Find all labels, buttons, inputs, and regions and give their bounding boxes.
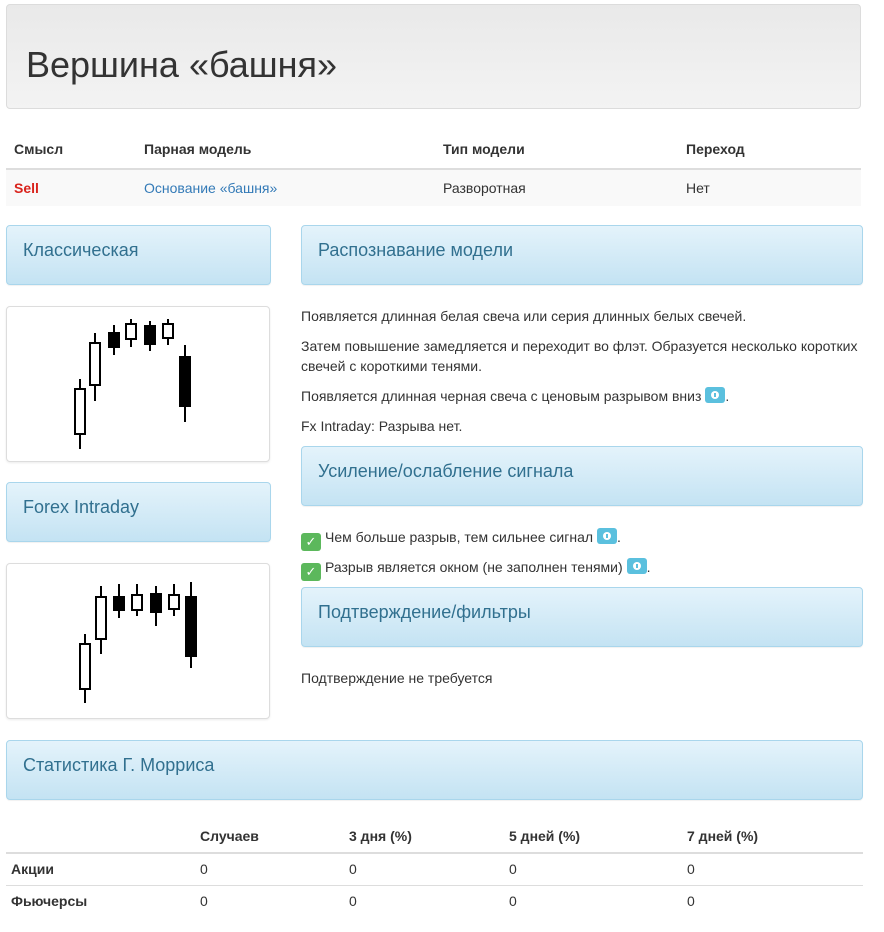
info-icon[interactable] xyxy=(626,558,647,574)
panel-recognition: Распознавание модели xyxy=(301,225,863,285)
stats-table: Случаев 3 дня (%) 5 дней (%) 7 дней (%) … xyxy=(6,820,863,917)
check-icon: ✓ xyxy=(301,563,321,581)
info-icon[interactable] xyxy=(597,528,618,544)
cell-5-days: 0 xyxy=(509,893,517,909)
forex-pattern-image xyxy=(6,563,270,719)
classic-pattern-image xyxy=(6,306,270,462)
cell-cases: 0 xyxy=(200,861,208,877)
stats-table-header: Случаев 3 дня (%) 5 дней (%) 7 дней (%) xyxy=(6,820,863,854)
candle-black-long xyxy=(185,596,197,657)
confirmation-text: Подтверждение не требуется xyxy=(301,670,493,686)
candle-white xyxy=(95,596,107,640)
candle-black-long xyxy=(179,356,191,407)
candle-white xyxy=(89,342,101,386)
model-type-value: Разворотная xyxy=(443,180,526,196)
info-icon[interactable] xyxy=(705,387,726,403)
header-meaning: Смысл xyxy=(14,141,64,157)
check-icon: ✓ xyxy=(301,533,321,551)
recognition-text-4: Fx Intraday: Разрыва нет. xyxy=(301,418,463,434)
signal-value: Sell xyxy=(14,180,39,196)
info-table-row: Sell Основание «башня» Разворотная Нет xyxy=(6,170,861,206)
cell-5-days: 0 xyxy=(509,861,517,877)
page-title: Вершина «башня» xyxy=(26,44,338,85)
header-7-days: 7 дней (%) xyxy=(687,828,759,844)
panel-forex: Forex Intraday xyxy=(6,482,271,542)
candle-white xyxy=(74,388,86,435)
strength-item-1-label: Чем больше разрыв, тем сильнее сигнал xyxy=(325,529,594,545)
panel-confirmation-title: Подтверждение/фильтры xyxy=(318,602,531,622)
panel-recognition-title: Распознавание модели xyxy=(318,240,514,260)
cell-3-days: 0 xyxy=(349,893,357,909)
candle-white xyxy=(131,594,143,611)
recognition-text-1: Появляется длинная белая свеча или серия… xyxy=(301,308,747,324)
header-pair-model: Парная модель xyxy=(144,141,252,157)
row-label: Фьючерсы xyxy=(11,893,88,909)
cell-7-days: 0 xyxy=(687,861,695,877)
info-table-header: Смысл Парная модель Тип модели Переход xyxy=(6,130,861,170)
table-row: Акции 0 0 0 0 xyxy=(6,854,863,886)
candle-white xyxy=(168,594,180,610)
recognition-text-3-label: Появляется длинная черная свеча с ценовы… xyxy=(301,388,702,404)
panel-forex-title: Forex Intraday xyxy=(23,497,140,517)
candle-black xyxy=(150,593,162,613)
page-header: Вершина «башня» xyxy=(6,4,861,109)
header-cases: Случаев xyxy=(200,828,259,844)
strength-item-2: ✓ Разрыв является окном (не заполнен теня… xyxy=(301,557,651,581)
classic-candles xyxy=(74,319,191,449)
candle-white xyxy=(79,643,91,690)
panel-statistics: Статистика Г. Морриса xyxy=(6,740,863,800)
cell-cases: 0 xyxy=(200,893,208,909)
candle-black xyxy=(113,596,125,611)
candle-black xyxy=(144,325,156,345)
strength-item-1: ✓ Чем больше разрыв, тем сильнее сигнал. xyxy=(301,527,621,551)
row-label: Акции xyxy=(11,861,54,877)
panel-statistics-title: Статистика Г. Морриса xyxy=(23,755,215,775)
header-5-days: 5 дней (%) xyxy=(509,828,581,844)
panel-classic: Классическая xyxy=(6,225,271,285)
cell-7-days: 0 xyxy=(687,893,695,909)
panel-strength-title: Усиление/ослабление сигнала xyxy=(318,461,574,481)
strength-item-2-label: Разрыв является окном (не заполнен теням… xyxy=(325,559,623,575)
pair-model-link[interactable]: Основание «башня» xyxy=(144,170,277,206)
info-table: Смысл Парная модель Тип модели Переход S… xyxy=(6,130,861,206)
panel-classic-title: Классическая xyxy=(23,240,139,260)
header-transition: Переход xyxy=(686,141,745,157)
candle-white xyxy=(162,323,174,339)
cell-3-days: 0 xyxy=(349,861,357,877)
recognition-text-2: Затем повышение замедляется и переходит … xyxy=(301,338,858,374)
panel-confirmation: Подтверждение/фильтры xyxy=(301,587,863,647)
header-3-days: 3 дня (%) xyxy=(349,828,412,844)
transition-value: Нет xyxy=(686,180,710,196)
panel-strength: Усиление/ослабление сигнала xyxy=(301,446,863,506)
recognition-text-3: Появляется длинная черная свеча с ценовы… xyxy=(301,387,730,404)
candle-white xyxy=(125,323,137,340)
forex-candles xyxy=(79,582,197,703)
candle-black xyxy=(108,332,120,348)
table-row: Фьючерсы 0 0 0 0 xyxy=(6,886,863,917)
header-model-type: Тип модели xyxy=(443,141,525,157)
